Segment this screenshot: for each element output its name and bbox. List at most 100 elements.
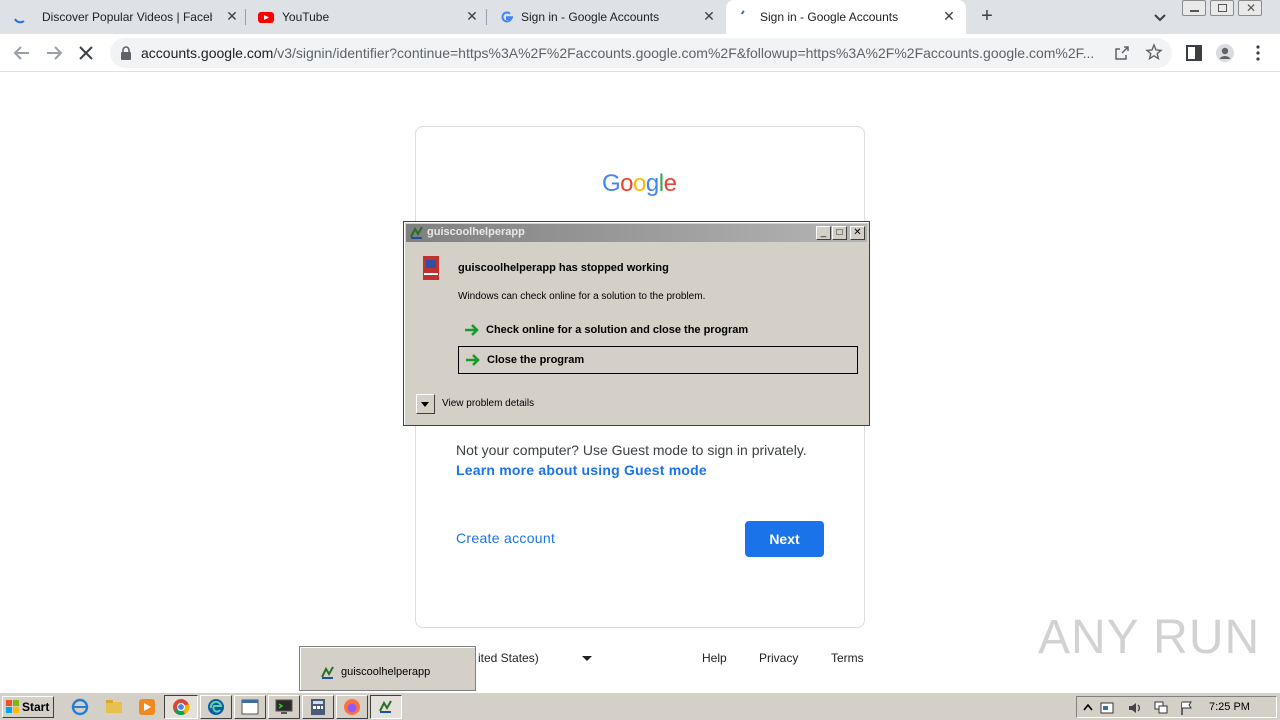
taskbar-item-terminal[interactable] [268, 695, 300, 719]
windows-logo-icon [6, 700, 19, 713]
check-online-option[interactable]: Check online for a solution and close th… [458, 317, 858, 345]
youtube-icon [258, 12, 274, 23]
google-logo: Google [602, 170, 677, 198]
popup-label: guiscoolhelperapp [341, 666, 431, 678]
internet-explorer-icon[interactable] [70, 697, 90, 717]
flag-icon[interactable] [1179, 700, 1195, 716]
program-icon [423, 256, 439, 280]
url-host: accounts.google.com [141, 45, 274, 61]
chevron-down-icon [421, 402, 429, 407]
stop-loading-icon[interactable] [74, 41, 98, 65]
dialog-subtext: Windows can check online for a solution … [458, 291, 706, 302]
green-arrow-icon [466, 354, 480, 366]
windows-taskbar: Start 7:25 PM [0, 692, 1280, 720]
app-icon [379, 700, 392, 713]
privacy-link[interactable]: Privacy [759, 651, 798, 665]
taskbar-item-firefox[interactable] [336, 695, 368, 719]
start-label: Start [22, 700, 50, 714]
dialog-title: guiscoolhelperapp [427, 226, 525, 238]
media-player-icon[interactable] [137, 697, 157, 717]
tab-title: Sign in - Google Accounts [760, 10, 899, 24]
taskbar-window-popup[interactable]: guiscoolhelperapp [299, 646, 476, 691]
green-arrow-icon [465, 324, 479, 336]
edge-icon [208, 699, 224, 715]
forward-arrow-icon[interactable] [42, 41, 66, 65]
browser-toolbar: accounts.google.com/v3/signin/identifier… [0, 34, 1280, 72]
action-center-icon[interactable] [1099, 700, 1115, 716]
taskbar-item-chrome[interactable] [164, 695, 198, 719]
address-bar[interactable]: accounts.google.com/v3/signin/identifier… [110, 38, 1172, 68]
url-path: /v3/signin/identifier?continue=https%3A%… [273, 45, 1095, 61]
close-button[interactable]: ✕ [850, 226, 865, 240]
close-icon[interactable]: ✕ [224, 8, 240, 24]
back-arrow-icon[interactable] [10, 41, 34, 65]
volume-icon[interactable] [1127, 700, 1143, 716]
window-icon [241, 699, 259, 715]
lock-icon[interactable] [120, 46, 132, 60]
tab-title: Sign in - Google Accounts [521, 10, 660, 24]
calculator-icon [311, 699, 325, 715]
tab-title: YouTube [282, 10, 330, 24]
loading-spinner-icon [741, 10, 745, 15]
taskbar-item-calculator[interactable] [302, 695, 334, 719]
side-panel-icon[interactable] [1184, 43, 1204, 63]
error-dialog: guiscoolhelperapp _ □ ✕ guiscoolhelperap… [403, 221, 870, 426]
tab-google-signin-active[interactable]: Sign in - Google Accounts ✕ [726, 0, 966, 34]
help-link[interactable]: Help [702, 651, 727, 665]
minimize-window-button[interactable] [1182, 0, 1206, 16]
guest-mode-link[interactable]: Learn more about using Guest mode [456, 462, 707, 478]
chevron-up-icon[interactable] [1080, 700, 1096, 716]
next-button[interactable]: Next [745, 521, 824, 557]
tab-title: Discover Popular Videos | Facebook [42, 10, 212, 24]
maximize-button[interactable]: □ [832, 226, 847, 240]
tab-facebook[interactable]: Discover Popular Videos | Facebook ✕ [0, 0, 246, 34]
taskbar-item-window[interactable] [234, 695, 266, 719]
create-account-button[interactable]: Create account [456, 530, 555, 546]
terms-link[interactable]: Terms [831, 651, 864, 665]
anyrun-watermark: ANY RUN [1038, 611, 1261, 664]
dialog-heading: guiscoolhelperapp has stopped working [458, 262, 669, 274]
close-icon[interactable]: ✕ [941, 8, 957, 24]
kebab-menu-icon[interactable] [1248, 43, 1268, 63]
tab-google-signin[interactable]: Sign in - Google Accounts ✕ [487, 0, 726, 34]
logo-letter: o [620, 170, 634, 197]
caret-down-icon[interactable] [582, 656, 592, 661]
bookmark-star-icon[interactable] [1145, 43, 1163, 61]
restore-window-button[interactable] [1210, 0, 1234, 16]
app-icon [321, 666, 334, 679]
start-button[interactable]: Start [2, 696, 54, 718]
option-label: Close the program [487, 354, 585, 366]
language-selector[interactable]: ited States) [478, 651, 539, 665]
share-icon[interactable] [1114, 45, 1130, 61]
chevron-down-icon[interactable] [1150, 8, 1170, 28]
logo-letter: e [663, 170, 677, 197]
new-tab-button[interactable]: + [976, 5, 998, 27]
loading-spinner-icon [14, 18, 25, 24]
logo-letter: g [645, 170, 659, 197]
window-controls: ✕ [1182, 0, 1266, 18]
browser-tab-strip: Discover Popular Videos | Facebook ✕ You… [0, 0, 1280, 34]
close-window-button[interactable]: ✕ [1238, 0, 1262, 16]
dialog-title-bar[interactable]: guiscoolhelperapp _ □ ✕ [406, 224, 867, 242]
close-icon[interactable]: ✕ [464, 8, 480, 24]
clock[interactable]: 7:25 PM [1209, 701, 1250, 713]
screen: Discover Popular Videos | Facebook ✕ You… [0, 0, 1280, 720]
view-details-label[interactable]: View problem details [442, 398, 534, 409]
view-details-toggle[interactable] [416, 394, 435, 414]
taskbar-item-guiscoolhelperapp[interactable] [370, 695, 402, 719]
folder-icon[interactable] [104, 697, 124, 717]
tab-youtube[interactable]: YouTube ✕ [246, 0, 487, 34]
monitor-icon [275, 699, 293, 714]
firefox-icon [344, 699, 360, 715]
minimize-button[interactable]: _ [816, 226, 831, 240]
logo-letter: o [633, 170, 646, 197]
chrome-icon [173, 699, 190, 716]
google-g-icon [501, 11, 513, 23]
network-icon[interactable] [1153, 700, 1169, 716]
option-label: Check online for a solution and close th… [486, 324, 749, 336]
close-icon[interactable]: ✕ [701, 8, 717, 24]
taskbar-item-edge[interactable] [200, 695, 232, 719]
url-text[interactable]: accounts.google.com/v3/signin/identifier… [141, 45, 1107, 61]
profile-avatar-icon[interactable] [1215, 43, 1235, 63]
close-program-option[interactable]: Close the program [458, 346, 858, 374]
